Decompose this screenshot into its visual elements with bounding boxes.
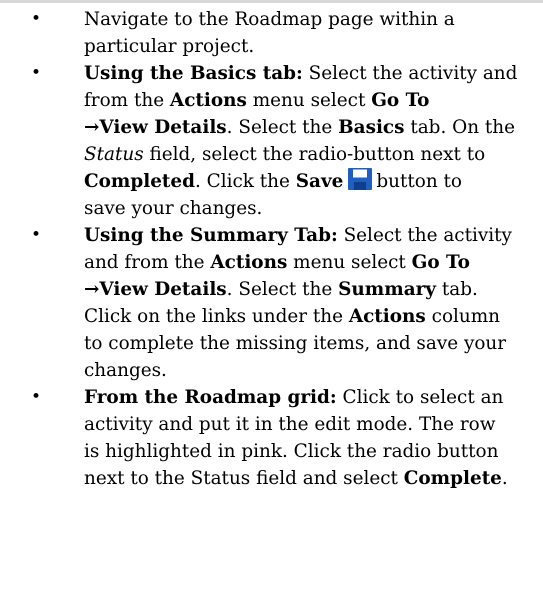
bold-term: Actions (210, 252, 288, 273)
instruction-list: • Navigate to the Roadmap page within a … (0, 6, 543, 492)
bold-term: Go To (411, 252, 470, 273)
bold-term: Complete (403, 468, 502, 489)
text-run: menu select (246, 90, 372, 111)
bold-term: →View Details (84, 117, 227, 138)
bullet: • (31, 63, 42, 83)
list-item-text: Using the Basics tab: Select the activit… (84, 60, 535, 222)
text-run: Select the activity and (302, 63, 518, 84)
bullet: • (31, 9, 42, 29)
text-run: Click on the links under the (84, 306, 349, 327)
item-heading: Using the Basics tab: (84, 63, 303, 84)
text-run: tab. On the (404, 117, 516, 138)
bold-term: Actions (169, 90, 247, 111)
item-heading: From the Roadmap grid: (84, 387, 337, 408)
bold-term: Summary (338, 279, 436, 300)
text-run: . (501, 468, 508, 489)
text-run: is highlighted in pink. Click the radio … (84, 441, 499, 462)
italic-term: Status (84, 144, 144, 165)
top-rule (0, 0, 543, 3)
text-run: tab. (436, 279, 478, 300)
bullet: • (31, 387, 42, 407)
bullet: • (31, 225, 42, 245)
text-run: field, select the radio-button next to (143, 144, 486, 165)
list-item-text: Navigate to the Roadmap page within a pa… (84, 6, 535, 60)
text-run: to complete the missing items, and save … (84, 333, 507, 354)
bold-term: →View Details (84, 279, 227, 300)
bold-term: Go To (371, 90, 430, 111)
text-run: column (425, 306, 501, 327)
list-item: • Using the Basics tab: Select the activ… (0, 60, 543, 222)
text-run: . Click the (194, 171, 296, 192)
save-icon (348, 168, 373, 190)
text-run: button to (376, 171, 462, 192)
text-run: next to the Status field and select (84, 468, 404, 489)
text-run: Select the activity (337, 225, 512, 246)
text-run: changes. (84, 360, 167, 381)
text-run: activity and put it in the edit mode. Th… (84, 414, 496, 435)
text-run: from the (84, 90, 170, 111)
bold-term: Save (295, 171, 344, 192)
text-run: save your changes. (84, 198, 263, 219)
text-run: Click to select an (336, 387, 504, 408)
list-item: • Navigate to the Roadmap page within a … (0, 6, 543, 60)
bold-term: Basics (338, 117, 405, 138)
text-run: menu select (287, 252, 412, 273)
text-run: and from the (84, 252, 211, 273)
list-item-text: From the Roadmap grid: Click to select a… (84, 384, 535, 492)
text-run: particular project. (84, 36, 255, 57)
list-item: • Using the Summary Tab: Select the acti… (0, 222, 543, 384)
list-item-text: Using the Summary Tab: Select the activi… (84, 222, 535, 384)
bold-term: Completed (84, 171, 195, 192)
bold-term: Actions (348, 306, 426, 327)
text-run: . Select the (226, 279, 339, 300)
item-heading: Using the Summary Tab: (84, 225, 338, 246)
text-run: Navigate to the Roadmap page within a (84, 9, 455, 30)
list-item: • From the Roadmap grid: Click to select… (0, 384, 543, 492)
text-run: . Select the (226, 117, 339, 138)
